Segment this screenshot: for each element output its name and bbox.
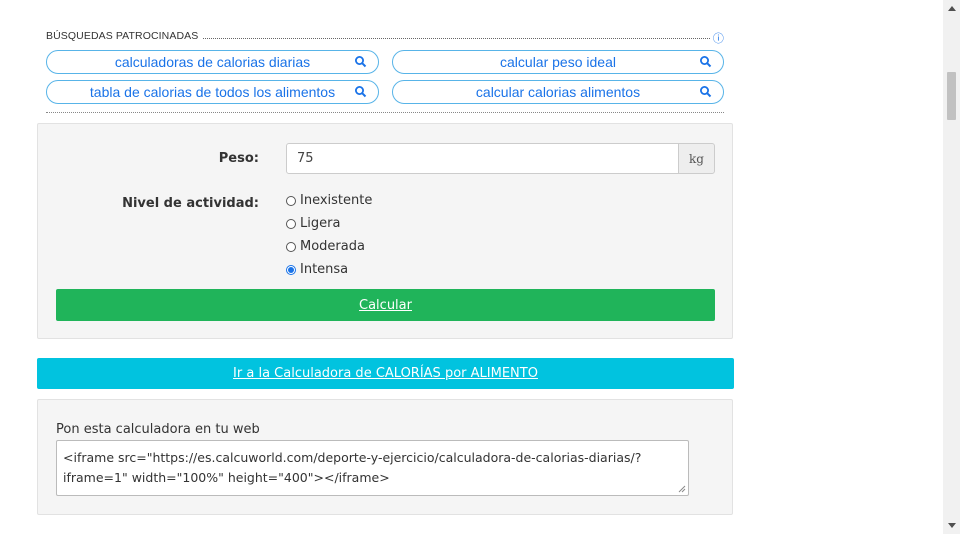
sponsored-link-label: tabla de calorias de todos los alimentos [89, 84, 336, 100]
radio-button[interactable] [286, 195, 296, 206]
search-icon [700, 86, 712, 98]
activity-option-intensa[interactable]: Intensa [286, 258, 372, 281]
radio-label: Ligera [300, 216, 341, 231]
embed-title: Pon esta calculadora en tu web [56, 422, 260, 437]
radio-button-selected[interactable] [286, 264, 296, 275]
resize-grip-icon[interactable] [678, 485, 686, 493]
activity-option-inexistente[interactable]: Inexistente [286, 189, 372, 212]
sponsored-link-2[interactable]: calcular peso ideal [392, 50, 724, 74]
activity-option-ligera[interactable]: Ligera [286, 212, 372, 235]
divider [46, 112, 724, 113]
sponsored-link-1[interactable]: calculadoras de calorias diarias [46, 50, 379, 74]
radio-label: Inexistente [300, 193, 373, 208]
embed-code-textarea[interactable]: <iframe src="https://es.calcuworld.com/d… [56, 440, 689, 496]
scrollbar-thumb[interactable] [947, 72, 956, 120]
sponsored-link-label: calcular peso ideal [500, 54, 616, 70]
sponsored-link-3[interactable]: tabla de calorias de todos los alimentos [46, 80, 379, 104]
search-icon [355, 86, 367, 98]
weight-unit: kg [678, 143, 715, 174]
embed-panel: Pon esta calculadora en tu web <iframe s… [37, 399, 733, 515]
search-icon [700, 56, 712, 68]
sponsored-title: BÚSQUEDAS PATROCINADAS [46, 30, 203, 42]
radio-label: Moderada [300, 239, 365, 254]
weight-label: Peso: [218, 151, 259, 166]
info-icon[interactable]: ⓘ [709, 30, 724, 46]
radio-button[interactable] [286, 241, 296, 252]
radio-button[interactable] [286, 218, 296, 229]
calculate-button-label: Calcular [359, 297, 412, 313]
activity-radio-group: Inexistente Ligera Moderada Intensa [286, 189, 372, 281]
scroll-up-arrow-icon[interactable] [943, 0, 960, 17]
page-scrollbar[interactable] [943, 0, 960, 534]
search-icon [355, 56, 367, 68]
sponsored-link-label: calcular calorias alimentos [475, 84, 641, 100]
sponsored-header: BÚSQUEDAS PATROCINADAS ⓘ [46, 30, 724, 46]
activity-label: Nivel de actividad: [122, 196, 259, 211]
sponsored-link-label: calculadoras de calorias diarias [114, 54, 311, 70]
food-calculator-link[interactable]: Ir a la Calculadora de CALORÍAS por ALIM… [37, 358, 734, 389]
embed-code-text: <iframe src="https://es.calcuworld.com/d… [63, 450, 642, 485]
food-calculator-link-label: Ir a la Calculadora de CALORÍAS por ALIM… [233, 366, 538, 381]
scroll-down-arrow-icon[interactable] [943, 517, 960, 534]
sponsored-searches: BÚSQUEDAS PATROCINADAS ⓘ calculadoras de… [46, 30, 724, 113]
weight-input[interactable] [286, 143, 679, 174]
radio-label: Intensa [300, 262, 349, 277]
calculate-button[interactable]: Calcular [56, 289, 715, 321]
sponsored-link-4[interactable]: calcular calorias alimentos [392, 80, 724, 104]
activity-option-moderada[interactable]: Moderada [286, 235, 372, 258]
calculator-form: Peso: kg Nivel de actividad: Inexistente… [37, 123, 733, 339]
